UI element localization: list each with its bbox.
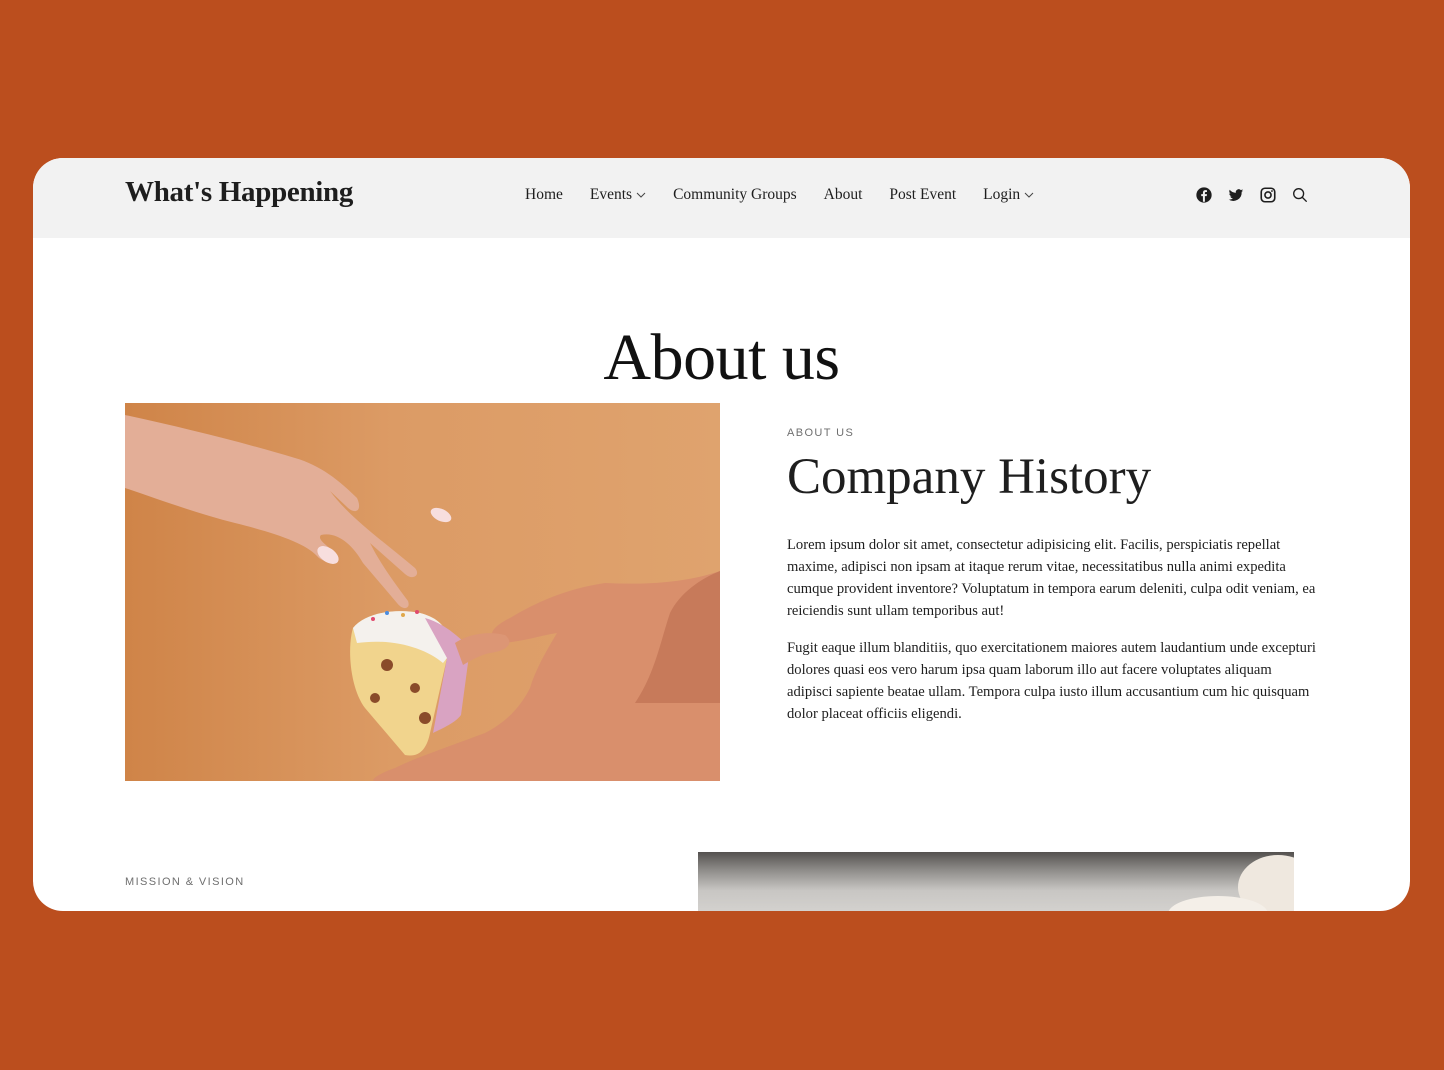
site-logo[interactable]: What's Happening (125, 176, 353, 209)
site-header: What's Happening Home Events Community G… (33, 158, 1410, 238)
mission-photo-illustration (1168, 855, 1294, 911)
browser-card: What's Happening Home Events Community G… (33, 158, 1410, 911)
nav-item-label: Community Groups (673, 186, 797, 203)
social-links (1195, 186, 1323, 204)
nav-item-community-groups[interactable]: Community Groups (673, 186, 797, 204)
page-title: About us (603, 321, 840, 395)
search-icon[interactable] (1291, 186, 1309, 204)
chevron-down-icon (636, 192, 646, 198)
mission-photo (698, 852, 1294, 911)
mission-eyebrow: MISSION & VISION (125, 876, 245, 888)
chevron-down-icon (1024, 192, 1034, 198)
nav-item-label: Events (589, 186, 633, 203)
nav-item-post-event[interactable]: Post Event (889, 186, 956, 204)
main-nav: Home Events Community Groups About Post … (525, 186, 1061, 204)
section-eyebrow: ABOUT US (787, 427, 855, 439)
section-title: Company History (787, 449, 1152, 505)
history-paragraph-1: Lorem ipsum dolor sit amet, consectetur … (787, 537, 1316, 619)
nav-item-login[interactable]: Login (983, 186, 1034, 204)
hands-cake-illustration (125, 415, 720, 781)
nav-item-label: Home (525, 186, 563, 203)
nav-item-events[interactable]: Events (590, 186, 646, 204)
nav-item-about[interactable]: About (824, 186, 863, 204)
instagram-icon[interactable] (1259, 186, 1277, 204)
hands-cake-photo (125, 403, 720, 781)
twitter-icon[interactable] (1227, 186, 1245, 204)
nav-item-label: About (823, 186, 863, 203)
nav-item-label: Post Event (889, 186, 957, 203)
history-paragraph-2: Fugit eaque illum blanditiis, quo exerci… (787, 640, 1316, 722)
nav-item-home[interactable]: Home (525, 186, 563, 204)
nav-item-label: Login (983, 186, 1021, 203)
facebook-icon[interactable] (1195, 186, 1213, 204)
